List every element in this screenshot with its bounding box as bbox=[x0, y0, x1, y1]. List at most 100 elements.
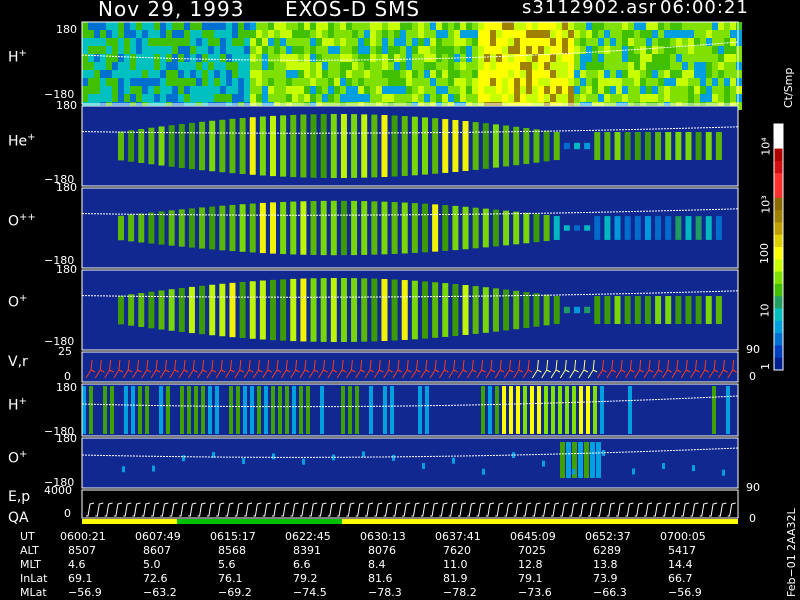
spectrogram-cell bbox=[100, 94, 106, 102]
ephemeris-row-ut: UT 0600:21 0607:49 0615:17 0622:45 0630:13 063… bbox=[0, 530, 780, 543]
spectrogram-cell bbox=[724, 38, 730, 46]
spectrogram-cell bbox=[376, 62, 382, 70]
spectrogram-cell bbox=[574, 30, 580, 38]
spectrogram-cell bbox=[478, 22, 484, 30]
spectrogram-cell bbox=[628, 94, 634, 102]
spectrogram-cell bbox=[220, 54, 226, 62]
spectrogram-cell bbox=[274, 38, 280, 46]
spectrogram-cell bbox=[556, 30, 562, 38]
spectrogram-bar bbox=[523, 386, 527, 434]
spectrogram-cell bbox=[670, 38, 676, 46]
spectrogram-cell bbox=[442, 38, 448, 46]
spectrogram-bar bbox=[614, 132, 621, 160]
spectrogram-cell bbox=[622, 38, 628, 46]
spectrogram-bar bbox=[495, 386, 499, 434]
spectrogram-bar bbox=[300, 114, 307, 178]
spectrogram-cell bbox=[586, 78, 592, 86]
spectrogram-bar bbox=[715, 296, 722, 324]
spectrogram-cell bbox=[556, 78, 562, 86]
spectrogram-cell bbox=[364, 78, 370, 86]
spectrogram-cell bbox=[148, 94, 154, 102]
spectrogram-cell bbox=[634, 54, 640, 62]
spectrogram-cell bbox=[640, 22, 646, 30]
colorbar-swatch bbox=[774, 210, 783, 223]
spectrogram-cell bbox=[670, 78, 676, 86]
spectrogram-cell bbox=[340, 46, 346, 54]
spectrogram-cell bbox=[712, 30, 718, 38]
spectrogram-cell bbox=[322, 30, 328, 38]
spectrogram-cell bbox=[172, 30, 178, 38]
spectrogram-cell bbox=[148, 62, 154, 70]
spectrogram-cell bbox=[310, 62, 316, 70]
spectrogram-cell bbox=[316, 70, 322, 78]
spectrogram-cell bbox=[448, 86, 454, 94]
spectrogram-cell bbox=[622, 86, 628, 94]
spectrogram-cell bbox=[736, 30, 742, 38]
spectrogram-cell bbox=[166, 78, 172, 86]
spectrogram-cell bbox=[226, 94, 232, 102]
spectrogram-cell bbox=[736, 70, 742, 78]
spectrogram-cell bbox=[280, 94, 286, 102]
spectrogram-cell bbox=[658, 62, 664, 70]
spectrogram-cell bbox=[238, 38, 244, 46]
spectrogram-cell bbox=[268, 78, 274, 86]
spectrogram-bar bbox=[194, 386, 198, 434]
spectrogram-cell bbox=[286, 62, 292, 70]
spectrogram-cell bbox=[304, 70, 310, 78]
spectrogram-bar bbox=[596, 442, 601, 478]
ephemeris-value: −73.6 bbox=[518, 586, 552, 599]
spectrogram-cell bbox=[136, 38, 142, 46]
spectrogram-cell bbox=[334, 86, 340, 94]
spectrogram-cell bbox=[136, 94, 142, 102]
spectrogram-bar bbox=[695, 132, 702, 160]
spectrogram-cell bbox=[256, 22, 262, 30]
spectrogram-cell bbox=[568, 62, 574, 70]
spectrogram-cell bbox=[82, 62, 88, 70]
spectrogram-cell bbox=[274, 86, 280, 94]
spectrogram-bar bbox=[543, 130, 550, 162]
spectrogram-cell bbox=[694, 94, 700, 102]
spectrogram-bar bbox=[442, 283, 449, 337]
spectrogram-cell bbox=[124, 86, 130, 94]
spectrogram-cell bbox=[334, 78, 340, 86]
ephemeris-row-alt: ALT 8507 8607 8568 8391 8076 7620 7025 6289 5417 bbox=[0, 544, 780, 557]
spectrogram-cell bbox=[304, 46, 310, 54]
spectrogram-cell bbox=[232, 94, 238, 102]
spectrogram-cell bbox=[274, 22, 280, 30]
spectrogram-cell bbox=[412, 30, 418, 38]
spectrogram-cell bbox=[274, 46, 280, 54]
spectrogram-cell bbox=[154, 46, 160, 54]
ephemeris-value: 0607:49 bbox=[135, 530, 181, 543]
spectrogram-cell bbox=[514, 46, 520, 54]
spectrogram-cell bbox=[178, 38, 184, 46]
ephemeris-value: 0637:41 bbox=[435, 530, 481, 543]
spectrogram-cell bbox=[460, 30, 466, 38]
spectrogram-cell bbox=[472, 86, 478, 94]
spectrogram-cell bbox=[94, 22, 100, 30]
spectrogram-cell bbox=[214, 30, 220, 38]
spectrogram-cell bbox=[250, 62, 256, 70]
spectrogram-cell bbox=[640, 38, 646, 46]
spectrogram-cell bbox=[112, 62, 118, 70]
spectrogram-cell bbox=[100, 70, 106, 78]
spectrogram-cell bbox=[646, 46, 652, 54]
spectrogram-cell bbox=[610, 70, 616, 78]
spectrogram-cell bbox=[556, 86, 562, 94]
spectrogram-cell bbox=[250, 70, 256, 78]
spectrogram-cell bbox=[268, 54, 274, 62]
spectrogram-cell bbox=[496, 70, 502, 78]
spectrogram-cell bbox=[292, 46, 298, 54]
spectrogram-cell bbox=[340, 70, 346, 78]
spectrogram-bar bbox=[264, 386, 268, 434]
colorbar-swatch bbox=[774, 197, 783, 211]
spectrogram-cell bbox=[610, 62, 616, 70]
spectrogram-cell bbox=[392, 454, 395, 461]
spectrogram-cell bbox=[190, 30, 196, 38]
spectrogram-bar bbox=[481, 386, 485, 434]
spectrogram-cell bbox=[406, 30, 412, 38]
spectrogram-bar bbox=[472, 122, 479, 170]
spectrogram-cell bbox=[460, 38, 466, 46]
spectrogram-bar bbox=[340, 200, 347, 256]
spectrogram-cell bbox=[172, 38, 178, 46]
spectrogram-cell bbox=[460, 70, 466, 78]
